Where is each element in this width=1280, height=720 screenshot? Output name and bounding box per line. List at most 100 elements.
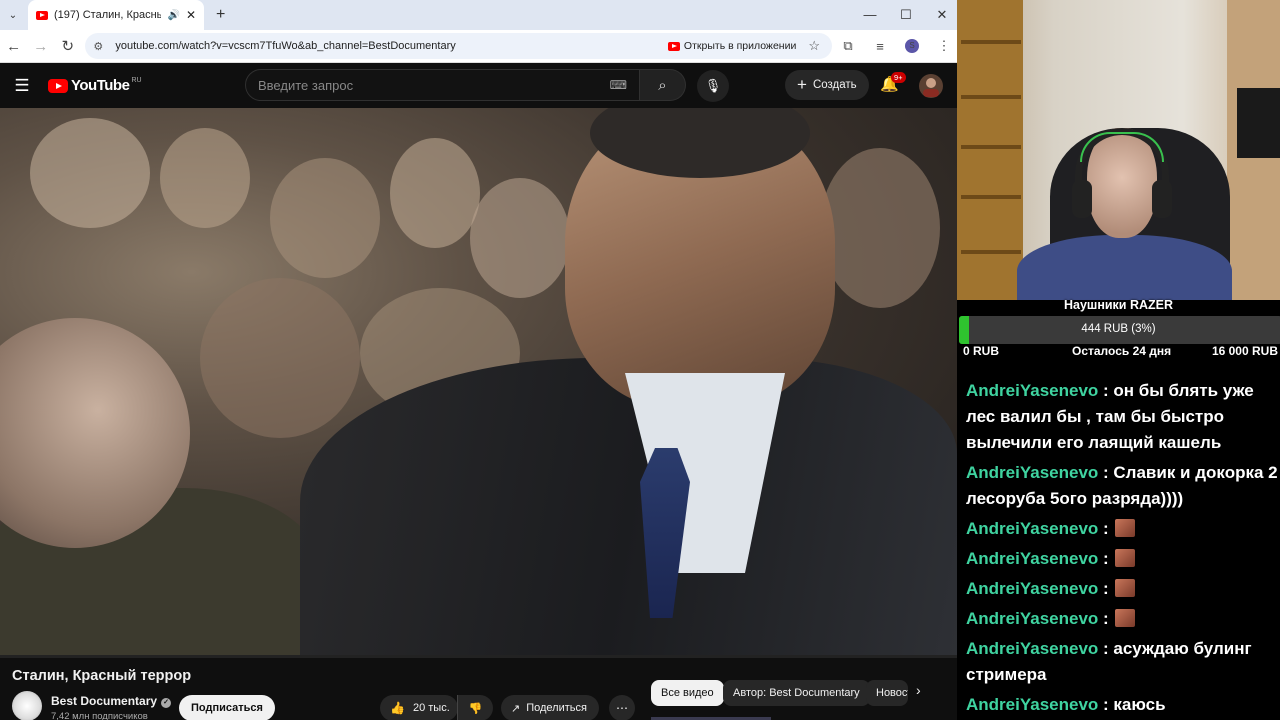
chat-emote-icon	[1115, 609, 1136, 627]
chip-author[interactable]: Автор: Best Documentary	[723, 680, 870, 706]
channel-avatar[interactable]	[12, 691, 42, 720]
chat-username: AndreiYasenevo	[966, 549, 1099, 568]
chat-emote-icon	[1115, 579, 1136, 597]
tab-bar: ⌄ (197) Сталин, Красный терр 🔊 ✕ + — ☐ ✕	[0, 0, 960, 30]
more-actions-icon[interactable]: ⋯	[609, 695, 635, 720]
chip-news[interactable]: Новости	[866, 680, 908, 706]
webcam-feed	[957, 0, 1280, 300]
crowd-face	[30, 118, 150, 228]
youtube-logo[interactable]: YouTube RU	[48, 77, 142, 94]
close-window-icon[interactable]: ✕	[924, 0, 960, 30]
chat-separator: :	[1098, 381, 1114, 400]
chat-separator: :	[1098, 519, 1114, 538]
goal-current-amount: 444 RUB (3%)	[1081, 323, 1156, 335]
microphone-icon[interactable]: 🎙	[697, 70, 729, 102]
chat-message: AndreiYasenevo :	[966, 606, 1278, 632]
new-tab-icon[interactable]: +	[216, 6, 225, 24]
browser-menu-icon[interactable]: ⋮	[928, 38, 960, 54]
bookshelf	[957, 0, 1023, 300]
tab-youtube[interactable]: (197) Сталин, Красный терр 🔊 ✕	[28, 0, 204, 30]
profile-avatar[interactable]: S	[904, 39, 919, 53]
chat-username: AndreiYasenevo	[966, 381, 1099, 400]
notification-badge: 9+	[891, 72, 906, 83]
extensions-icon[interactable]: ⧉	[832, 38, 864, 54]
chat-message: AndreiYasenevo : он бы блять уже лес вал…	[966, 378, 1278, 456]
chat-message: AndreiYasenevo : каюсь	[966, 692, 1278, 718]
tab-search-icon[interactable]: ⌄	[2, 4, 24, 26]
extensions-area: ⧉ ≡ S ⋮	[832, 38, 960, 54]
crowd-face	[270, 158, 380, 278]
search-placeholder: Введите запрос	[258, 77, 354, 93]
headset-earcup	[1152, 180, 1172, 218]
like-count: 20 тыс.	[412, 702, 450, 714]
youtube-play-icon	[48, 78, 68, 93]
crowd-face	[820, 148, 940, 308]
chat-separator: :	[1098, 579, 1114, 598]
video-title: Сталин, Красный террор	[12, 668, 192, 684]
site-info-icon[interactable]: ⚙	[93, 40, 107, 53]
chat-separator: :	[1098, 695, 1114, 714]
shelf-board	[961, 40, 1021, 44]
chat-message: AndreiYasenevo :	[966, 516, 1278, 542]
speaker-icon[interactable]: 🔊	[167, 10, 179, 21]
background-monitor	[1237, 88, 1280, 158]
chevron-right-icon[interactable]: ›	[916, 682, 921, 698]
url-field[interactable]: ⚙ youtube.com/watch?v=vcscm7TfuWo&ab_cha…	[85, 33, 832, 59]
man-figure	[300, 358, 957, 655]
shelf-board	[961, 195, 1021, 199]
search-icon: ⌕	[658, 76, 667, 94]
create-button[interactable]: + Создать	[785, 70, 869, 100]
chat-text: каюсь	[1113, 695, 1166, 714]
goal-min: 0 RUB	[963, 344, 1000, 358]
verified-icon: ✓	[161, 698, 172, 708]
create-label: Создать	[812, 79, 857, 91]
menu-icon[interactable]: ☰	[0, 76, 44, 96]
channel-name[interactable]: Best Documentary ✓	[51, 694, 172, 708]
minimize-icon[interactable]: —	[852, 0, 888, 30]
keyboard-icon[interactable]: ⌨	[610, 78, 627, 92]
chat-username: AndreiYasenevo	[966, 463, 1099, 482]
maximize-icon[interactable]: ☐	[888, 0, 924, 30]
crowd-face	[470, 178, 570, 298]
chat-username: AndreiYasenevo	[966, 695, 1099, 714]
like-button[interactable]: 👍 20 тыс.	[380, 695, 458, 720]
chat-message: AndreiYasenevo :	[966, 546, 1278, 572]
goal-max: 16 000 RUB	[1211, 344, 1278, 358]
chat-feed: AndreiYasenevo : он бы блять уже лес вал…	[966, 378, 1278, 720]
chip-all-videos[interactable]: Все видео	[651, 680, 724, 706]
chat-separator: :	[1098, 463, 1114, 482]
address-bar: ← → ↻ ⚙ youtube.com/watch?v=vcscm7TfuWo&…	[0, 30, 960, 63]
video-player[interactable]	[0, 108, 957, 655]
forward-icon[interactable]: →	[27, 38, 54, 55]
crowd-face	[200, 278, 360, 438]
shelf-board	[961, 145, 1021, 149]
chat-username: AndreiYasenevo	[966, 639, 1099, 658]
youtube-wordmark: YouTube	[71, 77, 130, 94]
streamer-torso	[1017, 235, 1232, 300]
youtube-header: ☰ YouTube RU Введите запрос ⌨ ⌕ 🎙 + Созд…	[0, 63, 960, 108]
thumbs-up-icon: 👍	[390, 701, 405, 715]
stream-overlay: Наушники RAZER 444 RUB (3%) 0 RUB Остало…	[957, 0, 1280, 720]
open-in-app-label: Открыть в приложении	[683, 40, 797, 52]
chat-username: AndreiYasenevo	[966, 609, 1099, 628]
back-icon[interactable]: ←	[0, 38, 27, 55]
window-controls: — ☐ ✕	[852, 0, 960, 30]
search-button[interactable]: ⌕	[640, 69, 686, 101]
chat-emote-icon	[1115, 519, 1136, 537]
shelf-board	[961, 250, 1021, 254]
channel-name-text: Best Documentary	[51, 694, 158, 708]
video-info: Сталин, Красный террор Best Documentary ✓…	[0, 658, 960, 720]
search-input[interactable]: Введите запрос ⌨	[245, 69, 640, 101]
chat-emote-icon	[1115, 549, 1136, 567]
goal-title: Наушники RAZER	[1063, 298, 1174, 312]
dislike-button[interactable]: 👎	[457, 695, 493, 720]
search-bar: Введите запрос ⌨ ⌕	[245, 69, 686, 101]
share-button[interactable]: ↗ Поделиться	[501, 695, 599, 720]
bookmark-star-icon[interactable]: ☆	[808, 38, 820, 54]
open-in-app-button[interactable]: Открыть в приложении	[667, 40, 797, 52]
close-tab-icon[interactable]: ✕	[186, 8, 196, 22]
subscribe-button[interactable]: Подписаться	[179, 695, 275, 720]
account-avatar[interactable]	[918, 73, 944, 99]
reload-icon[interactable]: ↻	[54, 37, 81, 55]
reading-list-icon[interactable]: ≡	[864, 39, 896, 54]
